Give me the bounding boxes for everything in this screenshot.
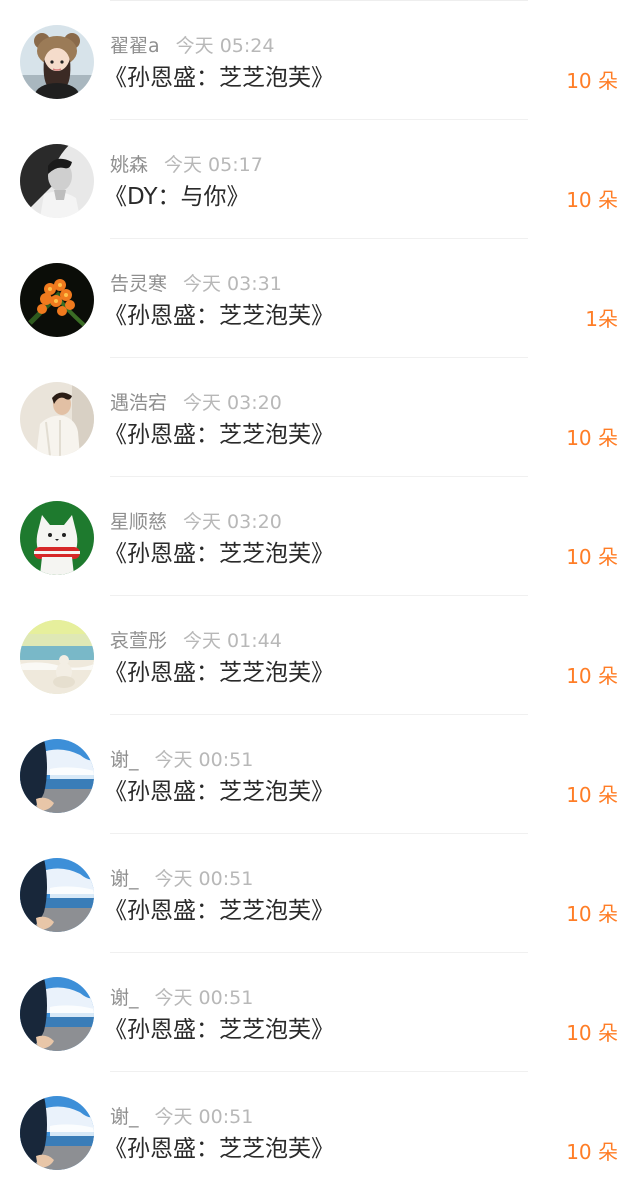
avatar[interactable] <box>20 144 94 218</box>
user-name[interactable]: 遇浩宕 <box>110 392 167 414</box>
song-title: 《孙恩盛：芝芝泡芙》 <box>104 898 334 924</box>
item-meta: 谢_ 今天 00:51 <box>110 866 253 892</box>
item-meta: 姚森 今天 05:17 <box>110 152 263 178</box>
avatar[interactable] <box>20 382 94 456</box>
list-item[interactable]: 姚森 今天 05:17 《DY：与你》 10 朵 <box>0 120 640 239</box>
flower-count: 10 朵 <box>566 188 618 212</box>
user-name[interactable]: 告灵寒 <box>110 273 167 295</box>
flower-count: 10 朵 <box>566 545 618 569</box>
timestamp: 今天 00:51 <box>154 868 254 890</box>
avatar[interactable] <box>20 501 94 575</box>
item-meta: 翟翟a 今天 05:24 <box>110 33 274 59</box>
item-meta: 遇浩宕 今天 03:20 <box>110 390 282 416</box>
item-meta: 告灵寒 今天 03:31 <box>110 271 282 297</box>
song-title: 《孙恩盛：芝芝泡芙》 <box>104 779 334 805</box>
timestamp: 今天 03:20 <box>183 511 282 533</box>
list-item[interactable]: 谢_ 今天 00:51 《孙恩盛：芝芝泡芙》 10 朵 <box>0 953 640 1072</box>
flower-count: 10 朵 <box>566 426 618 450</box>
timestamp: 今天 05:17 <box>164 154 263 176</box>
user-name[interactable]: 星顺慈 <box>110 511 167 533</box>
song-title: 《DY：与你》 <box>104 184 250 210</box>
list-item[interactable]: 星顺慈 今天 03:20 《孙恩盛：芝芝泡芙》 10 朵 <box>0 477 640 596</box>
song-title: 《孙恩盛：芝芝泡芙》 <box>104 65 334 91</box>
song-title: 《孙恩盛：芝芝泡芙》 <box>104 541 334 567</box>
user-name[interactable]: 谢_ <box>110 749 139 771</box>
flower-count: 10 朵 <box>566 664 618 688</box>
timestamp: 今天 03:20 <box>183 392 282 414</box>
flower-count: 10 朵 <box>566 902 618 926</box>
list-item[interactable]: 谢_ 今天 00:51 《孙恩盛：芝芝泡芙》 10 朵 <box>0 1072 640 1183</box>
timestamp: 今天 00:51 <box>154 987 254 1009</box>
item-meta: 谢_ 今天 00:51 <box>110 985 253 1011</box>
item-meta: 谢_ 今天 00:51 <box>110 747 253 773</box>
song-title: 《孙恩盛：芝芝泡芙》 <box>104 422 334 448</box>
item-meta: 星顺慈 今天 03:20 <box>110 509 282 535</box>
timestamp: 今天 01:44 <box>183 630 282 652</box>
song-title: 《孙恩盛：芝芝泡芙》 <box>104 660 334 686</box>
avatar[interactable] <box>20 977 94 1051</box>
flower-count: 10 朵 <box>566 69 618 93</box>
item-meta: 哀萱彤 今天 01:44 <box>110 628 282 654</box>
timestamp: 今天 00:51 <box>154 1106 254 1128</box>
user-name[interactable]: 翟翟a <box>110 35 160 57</box>
avatar[interactable] <box>20 620 94 694</box>
item-meta: 谢_ 今天 00:51 <box>110 1104 253 1130</box>
flower-count: 10 朵 <box>566 1021 618 1045</box>
avatar[interactable] <box>20 739 94 813</box>
list-item[interactable]: 告灵寒 今天 03:31 《孙恩盛：芝芝泡芙》 1朵 <box>0 239 640 358</box>
user-name[interactable]: 谢_ <box>110 1106 139 1128</box>
list-item[interactable]: 翟翟a 今天 05:24 《孙恩盛：芝芝泡芙》 10 朵 <box>0 1 640 120</box>
avatar[interactable] <box>20 1096 94 1170</box>
user-name[interactable]: 姚森 <box>110 154 148 176</box>
list-item[interactable]: 谢_ 今天 00:51 《孙恩盛：芝芝泡芙》 10 朵 <box>0 715 640 834</box>
timestamp: 今天 05:24 <box>175 35 275 57</box>
song-title: 《孙恩盛：芝芝泡芙》 <box>104 1136 334 1162</box>
user-name[interactable]: 谢_ <box>110 987 139 1009</box>
timestamp: 今天 00:51 <box>154 749 254 771</box>
user-name[interactable]: 谢_ <box>110 868 139 890</box>
flower-count: 10 朵 <box>566 783 618 807</box>
song-title: 《孙恩盛：芝芝泡芙》 <box>104 1017 334 1043</box>
user-name[interactable]: 哀萱彤 <box>110 630 167 652</box>
song-title: 《孙恩盛：芝芝泡芙》 <box>104 303 334 329</box>
flower-count: 10 朵 <box>566 1140 618 1164</box>
gift-record-list: 翟翟a 今天 05:24 《孙恩盛：芝芝泡芙》 10 朵 姚森 今天 05:17 《DY：… <box>0 0 640 1183</box>
avatar[interactable] <box>20 858 94 932</box>
avatar[interactable] <box>20 25 94 99</box>
list-item[interactable]: 遇浩宕 今天 03:20 《孙恩盛：芝芝泡芙》 10 朵 <box>0 358 640 477</box>
list-item[interactable]: 哀萱彤 今天 01:44 《孙恩盛：芝芝泡芙》 10 朵 <box>0 596 640 715</box>
timestamp: 今天 03:31 <box>183 273 282 295</box>
list-item[interactable]: 谢_ 今天 00:51 《孙恩盛：芝芝泡芙》 10 朵 <box>0 834 640 953</box>
flower-count: 1朵 <box>585 307 618 331</box>
avatar[interactable] <box>20 263 94 337</box>
